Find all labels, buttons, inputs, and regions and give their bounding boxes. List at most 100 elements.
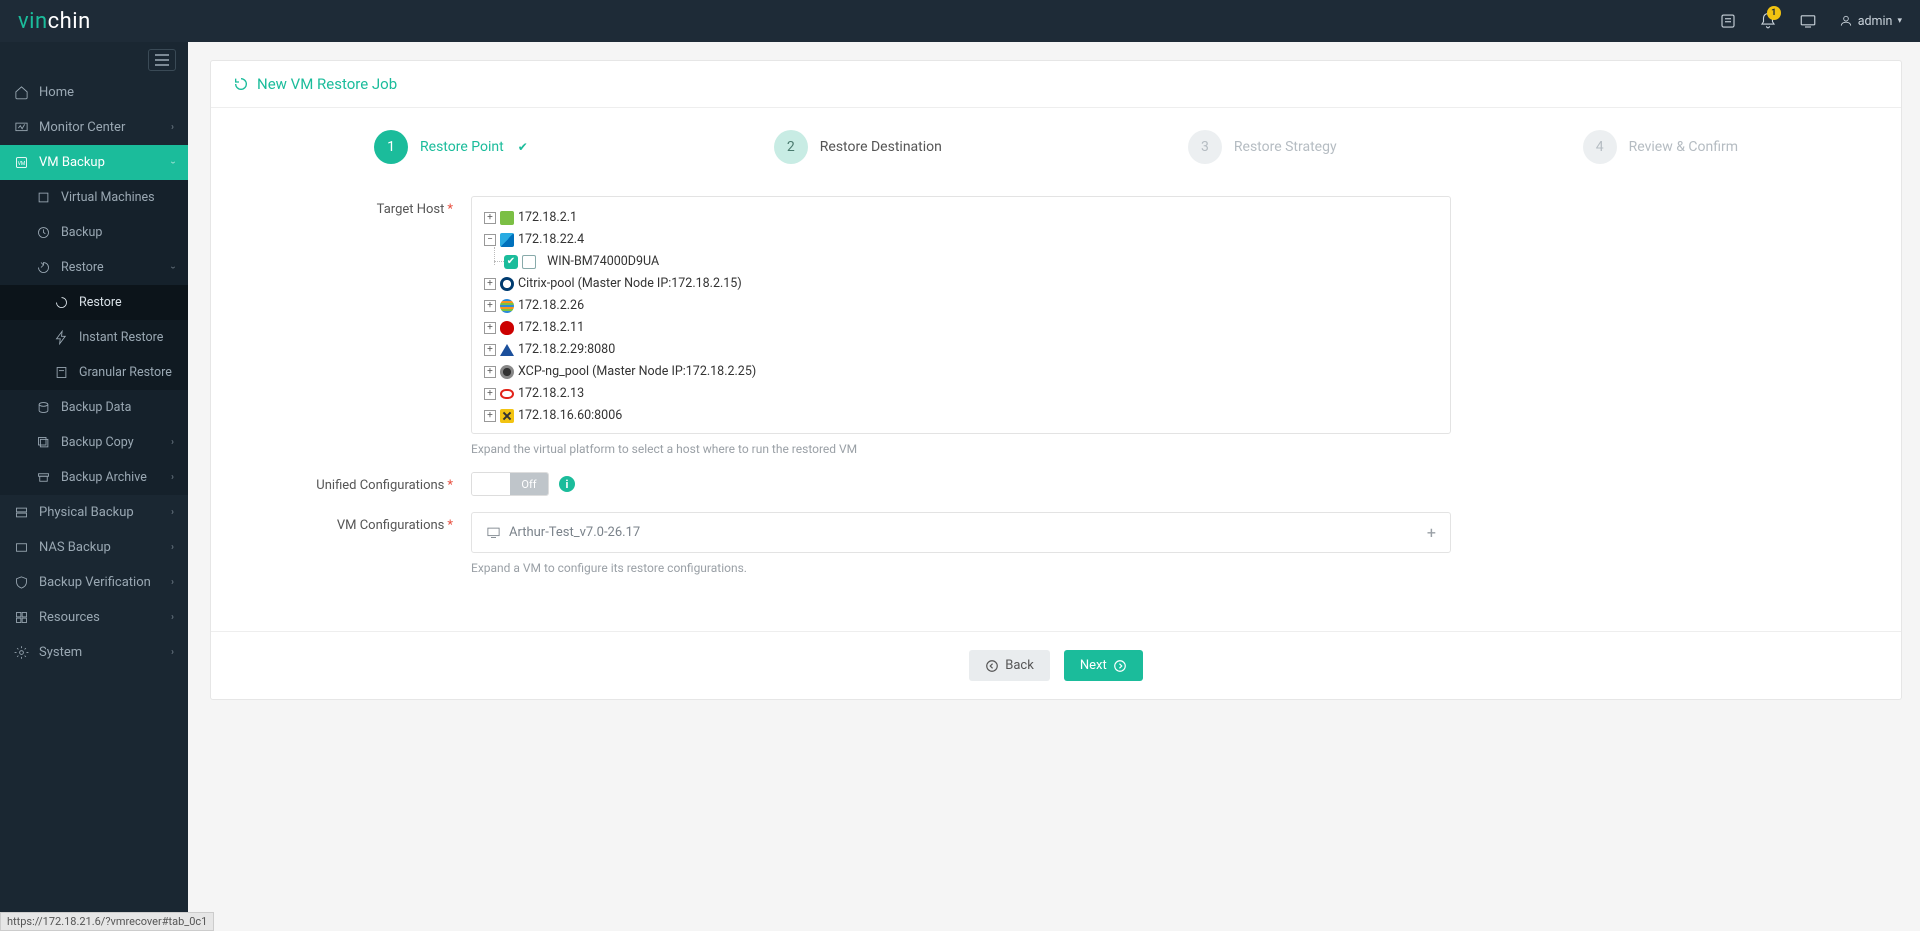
plus-icon[interactable]: +	[1427, 523, 1436, 542]
expand-icon[interactable]: +	[484, 212, 496, 224]
chevron-icon: ›	[171, 542, 174, 553]
brand-part1: vin	[18, 9, 48, 34]
redhat-icon	[500, 321, 514, 335]
sidebar-item-backup-archive[interactable]: Backup Archive›	[0, 460, 188, 495]
vm-configurations-row[interactable]: Arthur-Test_v7.0-26.17 +	[471, 512, 1451, 553]
sidebar-label: Instant Restore	[79, 330, 163, 345]
home-icon	[14, 85, 29, 100]
gear-icon	[14, 645, 29, 660]
sidebar-label: VM Backup	[39, 155, 105, 170]
expand-icon[interactable]: +	[484, 344, 496, 356]
label-target-host: Target Host*	[271, 196, 471, 456]
sidebar-label: Virtual Machines	[61, 190, 155, 205]
tree-node[interactable]: −172.18.22.4	[484, 229, 1438, 251]
collapse-icon[interactable]: −	[484, 234, 496, 246]
nas-icon	[14, 540, 29, 555]
vm-small-icon	[486, 525, 501, 540]
backup-icon	[36, 225, 51, 240]
tree-node-selected[interactable]: ✔ WIN-BM74000D9UA	[504, 251, 1438, 273]
sidebar-label: Backup	[61, 225, 102, 240]
chevron-icon: ›	[171, 612, 174, 623]
sidebar-item-restore-sub[interactable]: Restore	[0, 285, 188, 320]
host-icon	[522, 255, 536, 269]
svg-text:VM: VM	[18, 161, 26, 167]
chevron-icon: ›	[171, 647, 174, 658]
sidebar-item-backup-data[interactable]: Backup Data	[0, 390, 188, 425]
step-3[interactable]: 3Restore Strategy	[1188, 130, 1337, 164]
vm-conf-value: Arthur-Test_v7.0-26.17	[509, 525, 640, 540]
sidebar-item-physical[interactable]: Physical Backup›	[0, 495, 188, 530]
host-tree[interactable]: +172.18.2.1 −172.18.22.4 ✔ WIN-BM74000D9…	[471, 196, 1451, 434]
sidebar-label: Backup Data	[61, 400, 131, 415]
windows-icon	[500, 233, 514, 247]
back-button[interactable]: Back	[969, 650, 1050, 681]
stack-icon	[36, 190, 51, 205]
tree-node[interactable]: +172.18.2.1	[484, 207, 1438, 229]
user-name: admin	[1858, 14, 1893, 29]
sidebar-item-nas[interactable]: NAS Backup›	[0, 530, 188, 565]
chevron-icon: ›	[167, 266, 178, 269]
sidebar-item-verification[interactable]: Backup Verification›	[0, 565, 188, 600]
restore-icon	[36, 260, 51, 275]
chevron-icon: ›	[171, 507, 174, 518]
wizard-panel: New VM Restore Job 1Restore Point✔ 2Rest…	[210, 60, 1902, 700]
sidebar-label: System	[39, 645, 82, 660]
monitor-icon	[14, 120, 29, 135]
check-icon: ✔	[518, 140, 528, 154]
sidebar-item-resources[interactable]: Resources›	[0, 600, 188, 635]
label-vm-conf: VM Configurations*	[271, 512, 471, 575]
platform-icon	[500, 299, 514, 313]
screen-icon[interactable]	[1799, 12, 1817, 30]
chevron-icon: ›	[171, 472, 174, 483]
step-1[interactable]: 1Restore Point✔	[374, 130, 528, 164]
expand-icon[interactable]: +	[484, 388, 496, 400]
citrix-icon	[500, 277, 514, 291]
toggle-off-label: Off	[510, 473, 548, 495]
sidebar-item-monitor[interactable]: Monitor Center ›	[0, 110, 188, 145]
sidebar-item-vmbackup[interactable]: VM VM Backup ›	[0, 145, 188, 180]
content-area: New VM Restore Job 1Restore Point✔ 2Rest…	[188, 42, 1920, 931]
server-icon	[14, 505, 29, 520]
sidebar-label: Monitor Center	[39, 120, 125, 135]
expand-icon[interactable]: +	[484, 322, 496, 334]
sidebar-item-backup-copy[interactable]: Backup Copy›	[0, 425, 188, 460]
tree-node[interactable]: +XCP-ng_pool (Master Node IP:172.18.2.25…	[484, 361, 1438, 383]
expand-icon[interactable]: +	[484, 300, 496, 312]
checkbox-checked-icon[interactable]: ✔	[504, 255, 518, 269]
sidebar-item-granular-restore[interactable]: Granular Restore	[0, 355, 188, 390]
sidebar-label: Home	[39, 85, 74, 100]
info-icon[interactable]: i	[559, 476, 575, 492]
vmware-icon	[500, 211, 514, 225]
user-menu[interactable]: admin ▾	[1839, 14, 1902, 29]
step-2[interactable]: 2Restore Destination	[774, 130, 942, 164]
top-actions: 1 admin ▾	[1719, 12, 1902, 30]
sidebar-item-home[interactable]: Home	[0, 75, 188, 110]
tree-node[interactable]: +172.18.2.11	[484, 317, 1438, 339]
shield-icon	[14, 575, 29, 590]
triangle-icon	[500, 344, 514, 356]
tree-node[interactable]: +172.18.2.29:8080	[484, 339, 1438, 361]
vm-icon: VM	[14, 155, 29, 170]
unified-toggle[interactable]: Off	[471, 472, 549, 496]
expand-icon[interactable]: +	[484, 410, 496, 422]
sidebar-item-backup[interactable]: Backup	[0, 215, 188, 250]
tree-node[interactable]: +172.18.16.60:8006	[484, 405, 1438, 427]
proxmox-icon	[500, 409, 514, 423]
xcp-icon	[500, 365, 514, 379]
jobs-icon[interactable]	[1719, 12, 1737, 30]
tree-node[interactable]: +Citrix-pool (Master Node IP:172.18.2.15…	[484, 273, 1438, 295]
sidebar-item-system[interactable]: System ›	[0, 635, 188, 670]
tree-node[interactable]: +172.18.2.26	[484, 295, 1438, 317]
copy-icon	[36, 435, 51, 450]
expand-icon[interactable]: +	[484, 366, 496, 378]
expand-icon[interactable]: +	[484, 278, 496, 290]
sidebar-item-restore[interactable]: Restore›	[0, 250, 188, 285]
sidebar-item-virtual-machines[interactable]: Virtual Machines	[0, 180, 188, 215]
next-button[interactable]: Next	[1064, 650, 1143, 681]
sidebar-item-instant-restore[interactable]: Instant Restore	[0, 320, 188, 355]
tree-node[interactable]: +172.18.2.13	[484, 383, 1438, 405]
step-4[interactable]: 4Review & Confirm	[1583, 130, 1738, 164]
restore-icon	[54, 295, 69, 310]
sidebar-toggle[interactable]	[148, 49, 176, 71]
notification-icon[interactable]: 1	[1759, 12, 1777, 30]
